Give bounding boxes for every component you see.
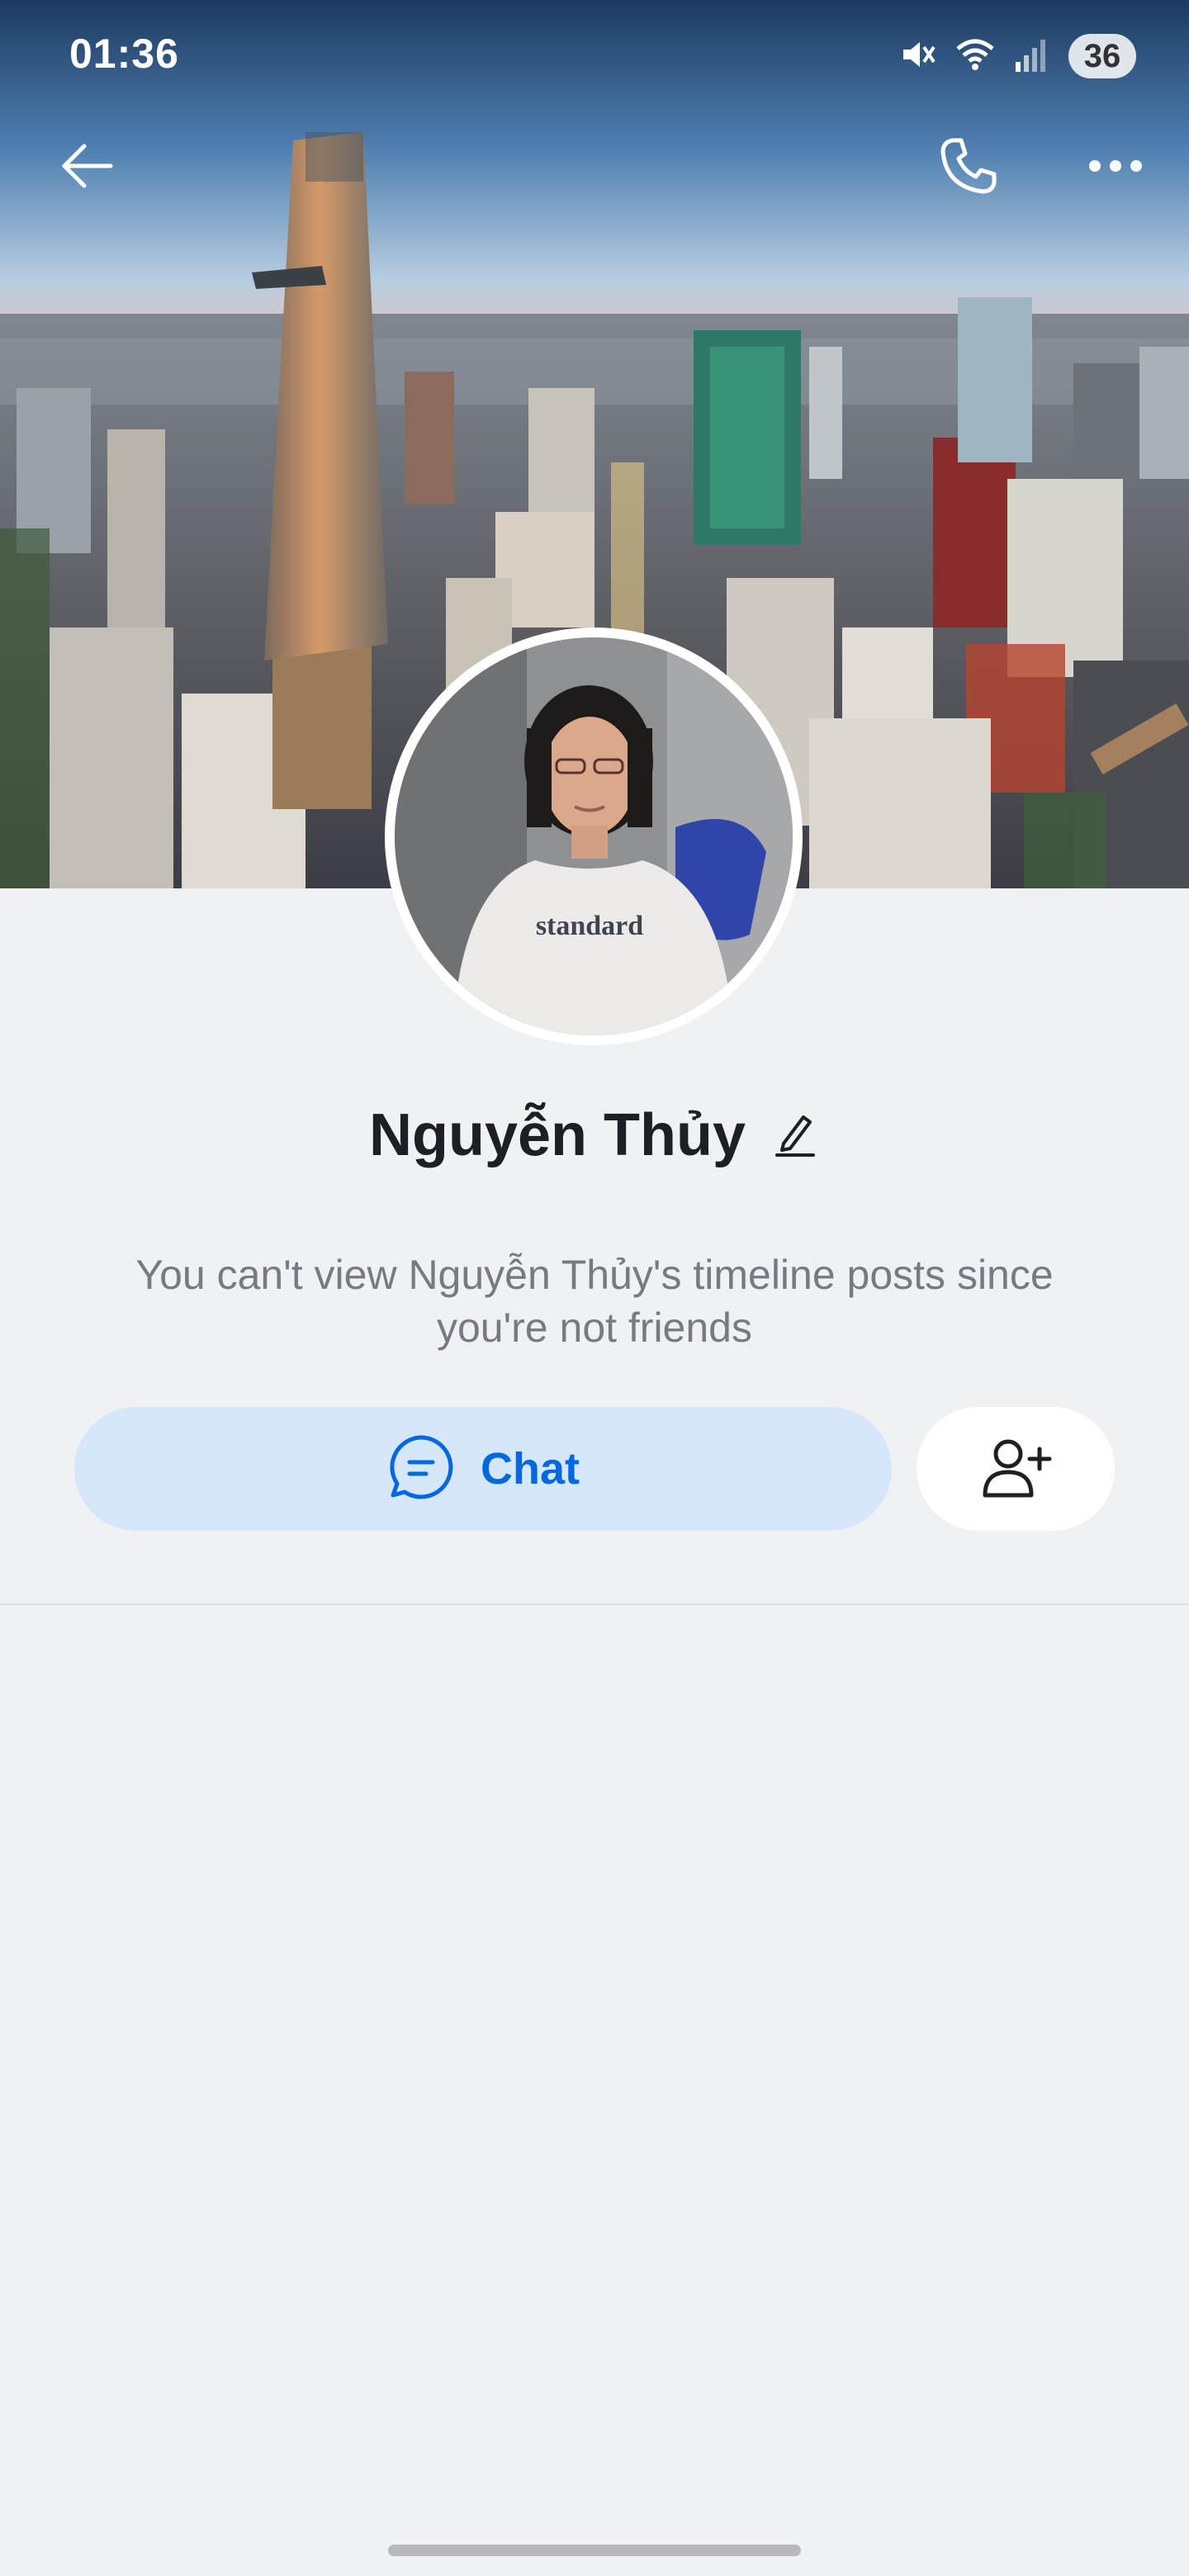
notice-line-1: You can't view Nguyễn Thủy's timeline po… — [135, 1252, 1054, 1298]
status-icons: 36 — [898, 31, 1136, 81]
chat-button[interactable]: Chat — [74, 1407, 892, 1531]
call-button[interactable] — [923, 122, 1014, 213]
avatar-photo: standard — [395, 637, 793, 1035]
signal-icon — [1014, 36, 1050, 78]
timeline-privacy-notice: You can't view Nguyễn Thủy's timeline po… — [91, 1248, 1098, 1354]
avatar-shirt-text: standard — [536, 911, 643, 941]
wifi-icon — [955, 36, 996, 78]
section-divider — [0, 1603, 1189, 1605]
edit-name-button[interactable] — [770, 1110, 820, 1160]
notice-line-2: you're not friends — [437, 1305, 752, 1351]
avatar[interactable]: standard — [385, 627, 803, 1045]
profile-name: Nguyễn Thủy — [368, 1102, 746, 1168]
home-indicator[interactable] — [388, 2545, 801, 2556]
back-button[interactable] — [41, 122, 132, 213]
profile-screen: 01:36 36 standard Nguyễn Thủy You can't … — [0, 0, 1189, 2576]
mute-icon — [898, 36, 936, 78]
status-bar: 01:36 36 — [0, 0, 1189, 116]
add-friend-button[interactable] — [917, 1407, 1115, 1531]
phone-icon — [938, 135, 999, 201]
more-button[interactable] — [1070, 122, 1161, 213]
profile-name-row: Nguyễn Thủy — [0, 1098, 1189, 1172]
pencil-icon — [774, 1110, 817, 1161]
status-time: 01:36 — [69, 31, 179, 77]
battery-icon: 36 — [1068, 34, 1136, 78]
arrow-left-icon — [58, 137, 116, 199]
chat-button-label: Chat — [481, 1444, 580, 1494]
more-dots-icon — [1087, 158, 1144, 178]
add-user-icon — [978, 1434, 1053, 1504]
chat-bubble-icon — [386, 1432, 456, 1506]
